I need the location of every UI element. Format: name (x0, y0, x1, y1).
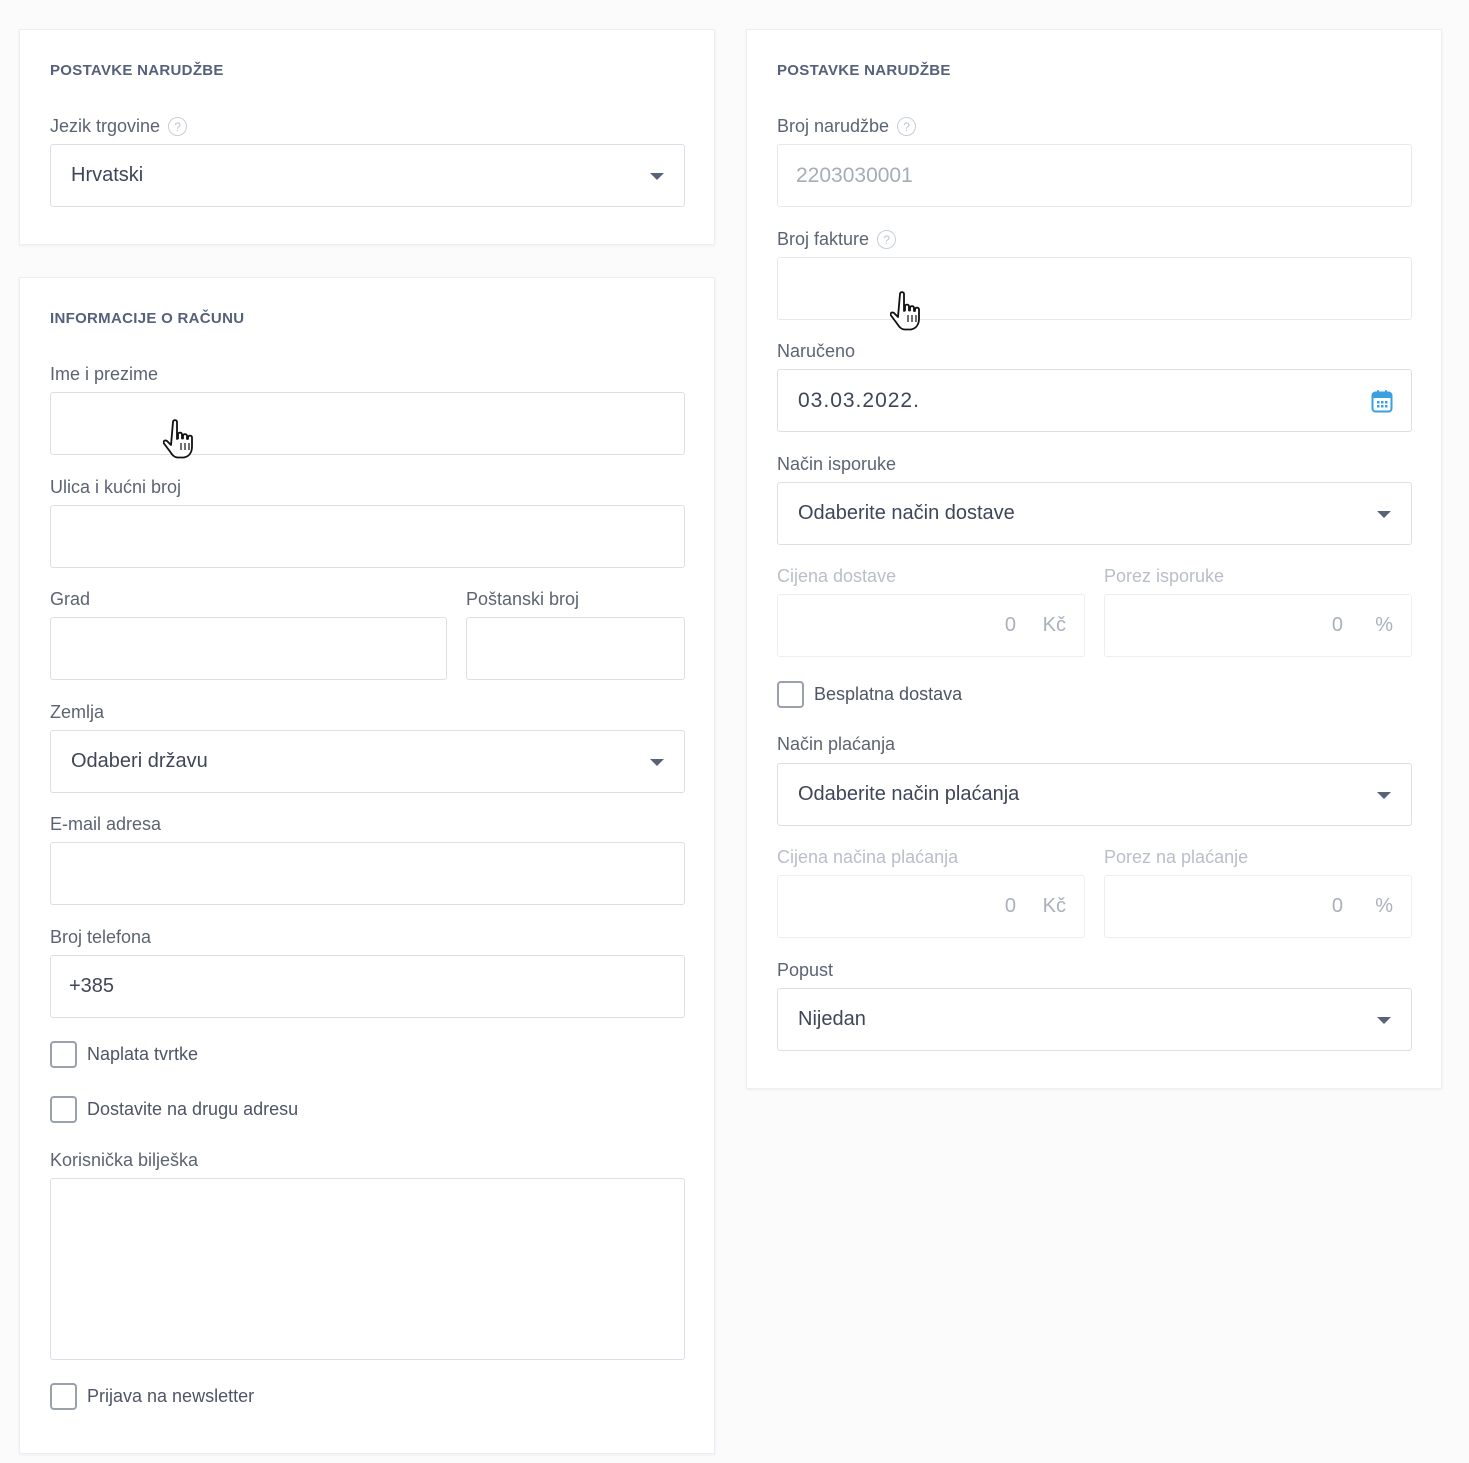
phone-input[interactable]: +385 (50, 955, 685, 1018)
chevron-down-icon (1377, 1016, 1391, 1024)
city-label: Grad (50, 589, 91, 609)
delivery-method-value: Odaberite način dostave (798, 502, 1015, 524)
language-label-text: Jezik trgovine (50, 116, 161, 136)
order-number-label: Broj narudžbe ? (777, 116, 917, 137)
payment-price-unit: Kč (1042, 895, 1066, 917)
payment-price-input: 0 Kč (777, 875, 1085, 938)
hand-pointer-cursor (163, 419, 193, 459)
discount-select[interactable]: Nijedan (777, 988, 1412, 1051)
free-delivery-checkbox[interactable] (777, 681, 804, 708)
company-billing-checkbox[interactable] (50, 1041, 77, 1068)
payment-price-value: 0 (1004, 895, 1016, 917)
newsletter-label: Prijava na newsletter (87, 1386, 255, 1406)
chevron-down-icon (650, 172, 664, 180)
company-billing-checkbox-row[interactable]: Naplata tvrtke (50, 1041, 198, 1068)
language-select-value: Hrvatski (71, 164, 144, 186)
newsletter-checkbox-row[interactable]: Prijava na newsletter (50, 1383, 254, 1410)
language-select[interactable]: Hrvatski (50, 144, 685, 207)
country-label: Zemlja (50, 702, 105, 722)
chevron-down-icon (1377, 791, 1391, 799)
free-delivery-checkbox-row[interactable]: Besplatna dostava (777, 681, 962, 708)
name-label: Ime i prezime (50, 364, 159, 384)
street-label: Ulica i kućni broj (50, 477, 182, 497)
name-input[interactable] (50, 392, 685, 455)
card-title: POSTAVKE NARUDŽBE (777, 62, 951, 79)
country-select-value: Odaberi državu (71, 750, 208, 772)
delivery-tax-value: 0 (1331, 614, 1343, 636)
delivery-tax-input: 0 % (1104, 594, 1412, 657)
ordered-date-input[interactable]: 03.03.2022. (777, 369, 1412, 432)
discount-value: Nijedan (798, 1008, 866, 1030)
note-label: Korisnička bilješka (50, 1150, 199, 1170)
delivery-price-label: Cijena dostave (777, 566, 897, 586)
payment-tax-label: Porez na plaćanje (1104, 847, 1249, 867)
hand-pointer-cursor (890, 291, 920, 331)
phone-label: Broj telefona (50, 927, 152, 947)
delivery-method-select[interactable]: Odaberite način dostave (777, 482, 1412, 545)
zip-input[interactable] (466, 617, 685, 680)
ordered-label: Naručeno (777, 341, 856, 361)
order-number-input[interactable]: 2203030001 (777, 144, 1412, 207)
help-icon[interactable]: ? (877, 230, 897, 249)
payment-price-label: Cijena načina plaćanja (777, 847, 959, 867)
payment-tax-value: 0 (1331, 895, 1343, 917)
help-icon[interactable]: ? (897, 117, 917, 136)
discount-label: Popust (777, 960, 834, 980)
email-label: E-mail adresa (50, 814, 162, 834)
order-settings-card-right: POSTAVKE NARUDŽBE Broj narudžbe ? 220303… (746, 29, 1442, 1089)
other-address-checkbox[interactable] (50, 1096, 77, 1123)
other-address-label: Dostavite na drugu adresu (87, 1099, 299, 1119)
delivery-tax-label: Porez isporuke (1104, 566, 1225, 586)
free-delivery-label: Besplatna dostava (814, 684, 963, 704)
other-address-checkbox-row[interactable]: Dostavite na drugu adresu (50, 1096, 298, 1123)
order-settings-card-left: POSTAVKE NARUDŽBE Jezik trgovine ? Hrvat… (19, 29, 715, 245)
city-input[interactable] (50, 617, 447, 680)
delivery-price-value: 0 (1004, 614, 1016, 636)
billing-info-card: INFORMACIJE O RAČUNU Ime i prezime Ulica… (19, 277, 715, 1454)
delivery-method-label: Način isporuke (777, 454, 897, 474)
delivery-price-unit: Kč (1042, 614, 1066, 636)
card-title: POSTAVKE NARUDŽBE (50, 62, 224, 79)
note-textarea[interactable] (50, 1178, 685, 1360)
payment-method-value: Odaberite način plaćanja (798, 783, 1020, 805)
street-input[interactable] (50, 505, 685, 568)
delivery-price-input: 0 Kč (777, 594, 1085, 657)
invoice-number-label-text: Broj fakture (777, 229, 870, 249)
order-number-label-text: Broj narudžbe (777, 116, 890, 136)
ordered-date-value: 03.03.2022. (798, 388, 920, 412)
country-select[interactable]: Odaberi državu (50, 730, 685, 793)
chevron-down-icon (1377, 510, 1391, 518)
payment-method-label: Način plaćanja (777, 734, 896, 754)
invoice-number-label: Broj fakture ? (777, 229, 897, 250)
calendar-icon[interactable] (1371, 389, 1393, 413)
payment-method-select[interactable]: Odaberite način plaćanja (777, 763, 1412, 826)
chevron-down-icon (650, 758, 664, 766)
payment-tax-unit: % (1375, 895, 1393, 917)
card-title: INFORMACIJE O RAČUNU (50, 310, 245, 327)
language-label: Jezik trgovine ? (50, 116, 188, 137)
company-billing-label: Naplata tvrtke (87, 1044, 199, 1064)
email-input[interactable] (50, 842, 685, 905)
delivery-tax-unit: % (1375, 614, 1393, 636)
payment-tax-input: 0 % (1104, 875, 1412, 938)
newsletter-checkbox[interactable] (50, 1383, 77, 1410)
invoice-number-input[interactable] (777, 257, 1412, 320)
zip-label: Poštanski broj (466, 589, 580, 609)
help-icon[interactable]: ? (168, 117, 188, 136)
